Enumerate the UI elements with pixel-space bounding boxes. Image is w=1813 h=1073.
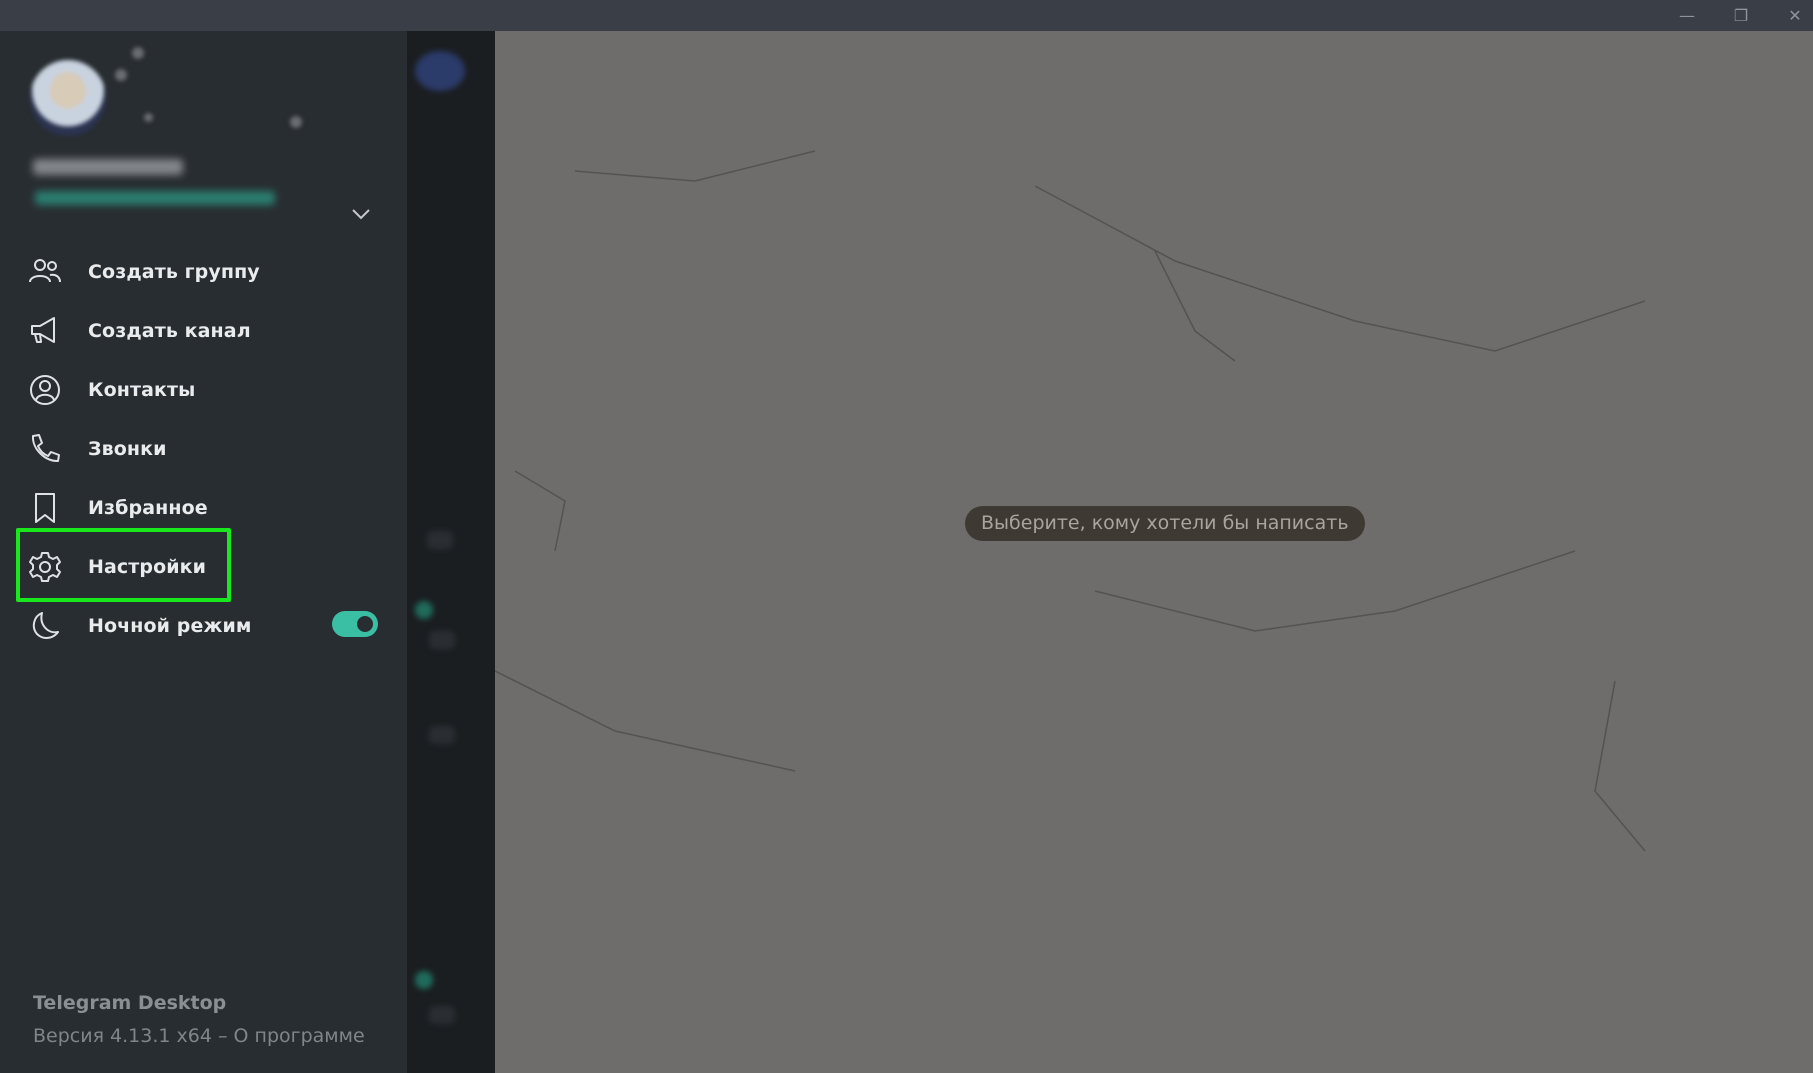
minimize-icon[interactable]: — bbox=[1674, 4, 1700, 28]
menu-item-create-channel[interactable]: Создать канал bbox=[0, 301, 407, 360]
menu-item-calls[interactable]: Звонки bbox=[0, 419, 407, 478]
restore-icon[interactable]: ❐ bbox=[1728, 4, 1754, 28]
contact-icon bbox=[30, 374, 60, 405]
moon-icon bbox=[32, 611, 59, 639]
menu-item-label: Создать канал bbox=[88, 319, 251, 342]
chevron-down-icon[interactable] bbox=[350, 203, 372, 225]
avatar[interactable] bbox=[30, 60, 106, 136]
megaphone-icon bbox=[31, 316, 55, 343]
menu-item-label: Ночной режим bbox=[88, 614, 252, 637]
version-about-link[interactable]: Версия 4.13.1 x64 – О программе bbox=[33, 1025, 365, 1047]
app-name: Telegram Desktop bbox=[33, 992, 227, 1014]
toggle-knob bbox=[355, 614, 375, 634]
title-bar: — ❐ ✕ bbox=[0, 0, 1813, 31]
select-chat-placeholder: Выберите, кому хотели бы написать bbox=[965, 506, 1365, 541]
menu-item-label: Звонки bbox=[88, 437, 167, 460]
menu-item-create-group[interactable]: Создать группу bbox=[0, 242, 407, 301]
close-icon[interactable]: ✕ bbox=[1782, 4, 1808, 28]
menu-item-contacts[interactable]: Контакты bbox=[0, 360, 407, 419]
menu-item-label: Создать группу bbox=[88, 260, 260, 283]
settings-highlight-box bbox=[16, 528, 231, 602]
bookmark-icon bbox=[35, 492, 55, 523]
account-name-blurred bbox=[33, 159, 183, 175]
chat-background bbox=[495, 31, 1813, 1073]
menu-item-label: Контакты bbox=[88, 378, 196, 401]
group-icon bbox=[29, 258, 61, 282]
menu-item-label: Избранное bbox=[88, 496, 208, 519]
phone-icon bbox=[31, 433, 60, 462]
chat-list-dimmed bbox=[407, 31, 495, 1073]
texture-pattern bbox=[495, 150, 1646, 852]
night-mode-toggle[interactable] bbox=[332, 611, 378, 637]
emoji-status-blurred[interactable] bbox=[35, 191, 275, 205]
